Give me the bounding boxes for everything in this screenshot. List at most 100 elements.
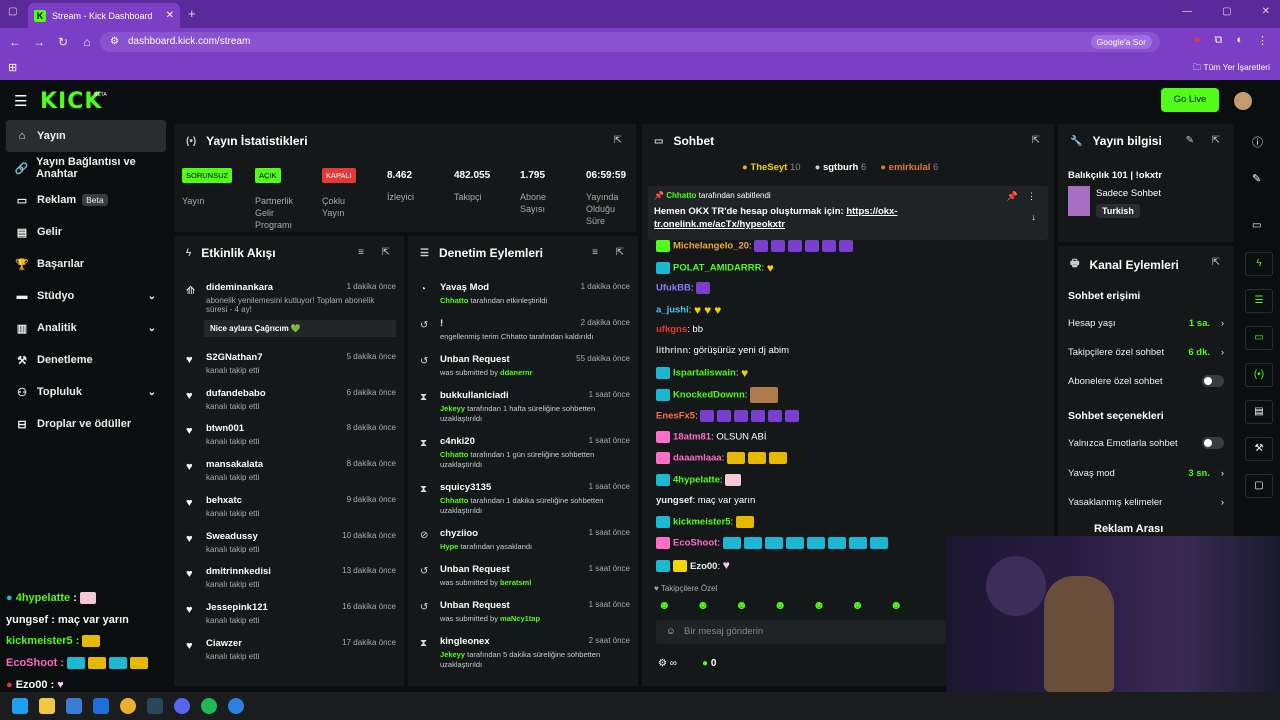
emote-icon[interactable]: ☻ (813, 598, 826, 612)
menu-icon[interactable]: ⋮ (1257, 34, 1268, 47)
chat-user[interactable]: ufkgns (656, 324, 687, 335)
chat-user[interactable]: KnockedDownn (673, 390, 745, 401)
chat-user[interactable]: lithrinn (656, 345, 688, 356)
emoji-icon[interactable]: ☺ (666, 620, 676, 644)
mod-actor[interactable]: Chhatto (440, 450, 468, 459)
mod-actor[interactable]: Jekeyy (440, 650, 465, 659)
mod-actor[interactable]: beratsml (500, 578, 531, 587)
discord-icon[interactable] (174, 698, 190, 714)
emote-only-toggle[interactable] (1202, 437, 1224, 449)
category-name[interactable]: Sadece Sohbet (1096, 188, 1161, 199)
chat-user[interactable]: Ezo00 (690, 561, 717, 572)
setting-slow-mode[interactable]: Yavaş mod 3 sn. › (1068, 468, 1224, 479)
subs-only-toggle[interactable] (1202, 375, 1224, 387)
filter-icon[interactable]: ≡ (358, 247, 364, 258)
profile-icon[interactable]: ◐ (1236, 34, 1243, 47)
popout-icon[interactable]: ⇱ (1212, 257, 1220, 268)
lightning-icon[interactable]: ϟ (1245, 252, 1273, 276)
chat-user[interactable]: EnesFx5 (656, 411, 695, 422)
all-bookmarks[interactable]: 🗀 Tüm Yer İşaretleri (1193, 62, 1270, 76)
window-icon[interactable]: ▢ (1245, 474, 1273, 498)
chat-icon[interactable]: ▭ (1245, 326, 1273, 350)
sidebar-item-moderation[interactable]: ⚒ Denetleme (0, 344, 172, 376)
popout-icon[interactable]: ⇱ (614, 135, 622, 146)
sidebar-item-revenue[interactable]: ▤ Gelir (0, 216, 172, 248)
new-tab-button[interactable]: + (188, 6, 196, 21)
extensions-icon[interactable]: ⧉ (1214, 34, 1222, 47)
file-explorer-icon[interactable] (39, 698, 55, 714)
chat-user[interactable]: EcoShoot (673, 538, 717, 549)
list-icon[interactable]: ☰ (1245, 289, 1273, 313)
reload-icon[interactable]: ↻ (51, 35, 75, 49)
sidebar-item-achievements[interactable]: 🏆 Başarılar (0, 248, 172, 280)
hamburger-icon[interactable]: ☰ (14, 92, 27, 110)
sidebar-item-analytics[interactable]: ▥ Analitik ⌄ (0, 312, 172, 344)
gifter[interactable]: ● TheSeyt 10 (742, 162, 801, 173)
site-info-icon[interactable]: ⚙ (110, 32, 119, 52)
unpin-icon[interactable]: 📌 (1007, 191, 1018, 202)
chat-user[interactable]: UfukBB (656, 283, 691, 294)
chat-user[interactable]: 18atm81 (673, 432, 711, 443)
popout-icon[interactable]: ⇱ (1212, 135, 1220, 146)
edit-icon[interactable]: ✎ (1186, 135, 1194, 146)
mod-actor[interactable]: ddanernr (500, 368, 533, 377)
sidebar-item-stream-key[interactable]: 🔗 Yayın Bağlantısı ve Anahtar (0, 152, 172, 184)
chat-user[interactable]: yungsef (656, 495, 692, 506)
minimize-icon[interactable]: — (1182, 6, 1192, 17)
emote-icon[interactable]: ☻ (890, 598, 903, 612)
setting-followers-only[interactable]: Takipçilere özel sohbet 6 dk. › (1068, 347, 1224, 358)
forward-icon[interactable]: → (27, 35, 51, 49)
wrench-icon[interactable]: ⚒ (1245, 437, 1273, 461)
popout-icon[interactable]: ⇱ (1032, 135, 1040, 146)
sidebar-item-ads[interactable]: ▭ Reklam Beta (0, 184, 172, 216)
chat-user[interactable]: Ispartaliswain (673, 368, 736, 379)
emote-icon[interactable]: ☻ (658, 598, 671, 612)
popout-icon[interactable]: ⇱ (616, 247, 624, 258)
tools-icon[interactable]: ▤ (1245, 400, 1273, 424)
go-live-button[interactable]: Go Live (1161, 88, 1219, 112)
gifter[interactable]: ● sgtburh 6 (815, 162, 867, 173)
mod-actor[interactable]: Jekeyy (440, 404, 465, 413)
browser-tab[interactable]: K Stream - Kick Dashboard ✕ (28, 3, 180, 28)
app-icon[interactable] (228, 698, 244, 714)
close-window-icon[interactable]: ✕ (1262, 6, 1270, 17)
emote-icon[interactable]: ☻ (774, 598, 787, 612)
sidebar-item-studio[interactable]: ▬ Stüdyo ⌄ (0, 280, 172, 312)
mod-actor[interactable]: Chhatto (440, 296, 468, 305)
info-icon[interactable]: ⓘ (1252, 134, 1263, 150)
chat-user[interactable]: Michelangelo_20 (673, 241, 749, 252)
maximize-icon[interactable]: ▢ (1222, 6, 1231, 17)
chat-settings-icon[interactable]: ⚙ ∞ (658, 658, 677, 669)
broadcast-icon[interactable]: (•) (1245, 363, 1273, 387)
spotify-icon[interactable] (201, 698, 217, 714)
chat-user[interactable]: kickmeister5 (673, 517, 731, 528)
popout-icon[interactable]: ⇱ (382, 247, 390, 258)
setting-banned-words[interactable]: Yasaklanmış kelimeler › (1068, 497, 1224, 508)
mod-actor[interactable]: maNcy1tap (500, 614, 540, 623)
outlook-icon[interactable] (93, 698, 109, 714)
more-icon[interactable]: ⋮ (1027, 191, 1036, 202)
emote-icon[interactable]: ☻ (851, 598, 864, 612)
steam-icon[interactable] (147, 698, 163, 714)
google-ask-button[interactable]: Google'a Sor (1090, 35, 1152, 49)
emote-icon[interactable]: ☻ (735, 598, 748, 612)
setting-account-age[interactable]: Hesap yaşı 1 sa. › (1068, 318, 1224, 329)
avatar[interactable] (1234, 92, 1252, 110)
back-icon[interactable]: ← (3, 35, 27, 49)
sidebar-item-drops[interactable]: ⊟ Droplar ve ödüller (0, 408, 172, 440)
store-icon[interactable] (66, 698, 82, 714)
chat-user[interactable]: POLAT_AMIDARRR (673, 263, 762, 274)
close-tab-icon[interactable]: ✕ (166, 10, 174, 21)
tab-list-icon[interactable]: ▢ (8, 6, 17, 17)
home-icon[interactable]: ⌂ (75, 35, 99, 49)
url-field[interactable]: ⚙ dashboard.kick.com/stream Google'a Sor (100, 32, 1160, 52)
collapse-icon[interactable]: ↓ (1032, 212, 1037, 222)
record-icon[interactable]: ● (1194, 34, 1201, 47)
mod-actor[interactable]: Chhatto (440, 496, 468, 505)
sidebar-item-community[interactable]: ⚇ Topluluk ⌄ (0, 376, 172, 408)
pinned-by[interactable]: Chhatto (666, 191, 696, 200)
sidebar-item-yayin[interactable]: ⌂ Yayın (6, 120, 166, 152)
chrome-icon[interactable] (120, 698, 136, 714)
emote-icon[interactable]: ☻ (697, 598, 710, 612)
chat-user[interactable]: a_jushi (656, 305, 689, 316)
